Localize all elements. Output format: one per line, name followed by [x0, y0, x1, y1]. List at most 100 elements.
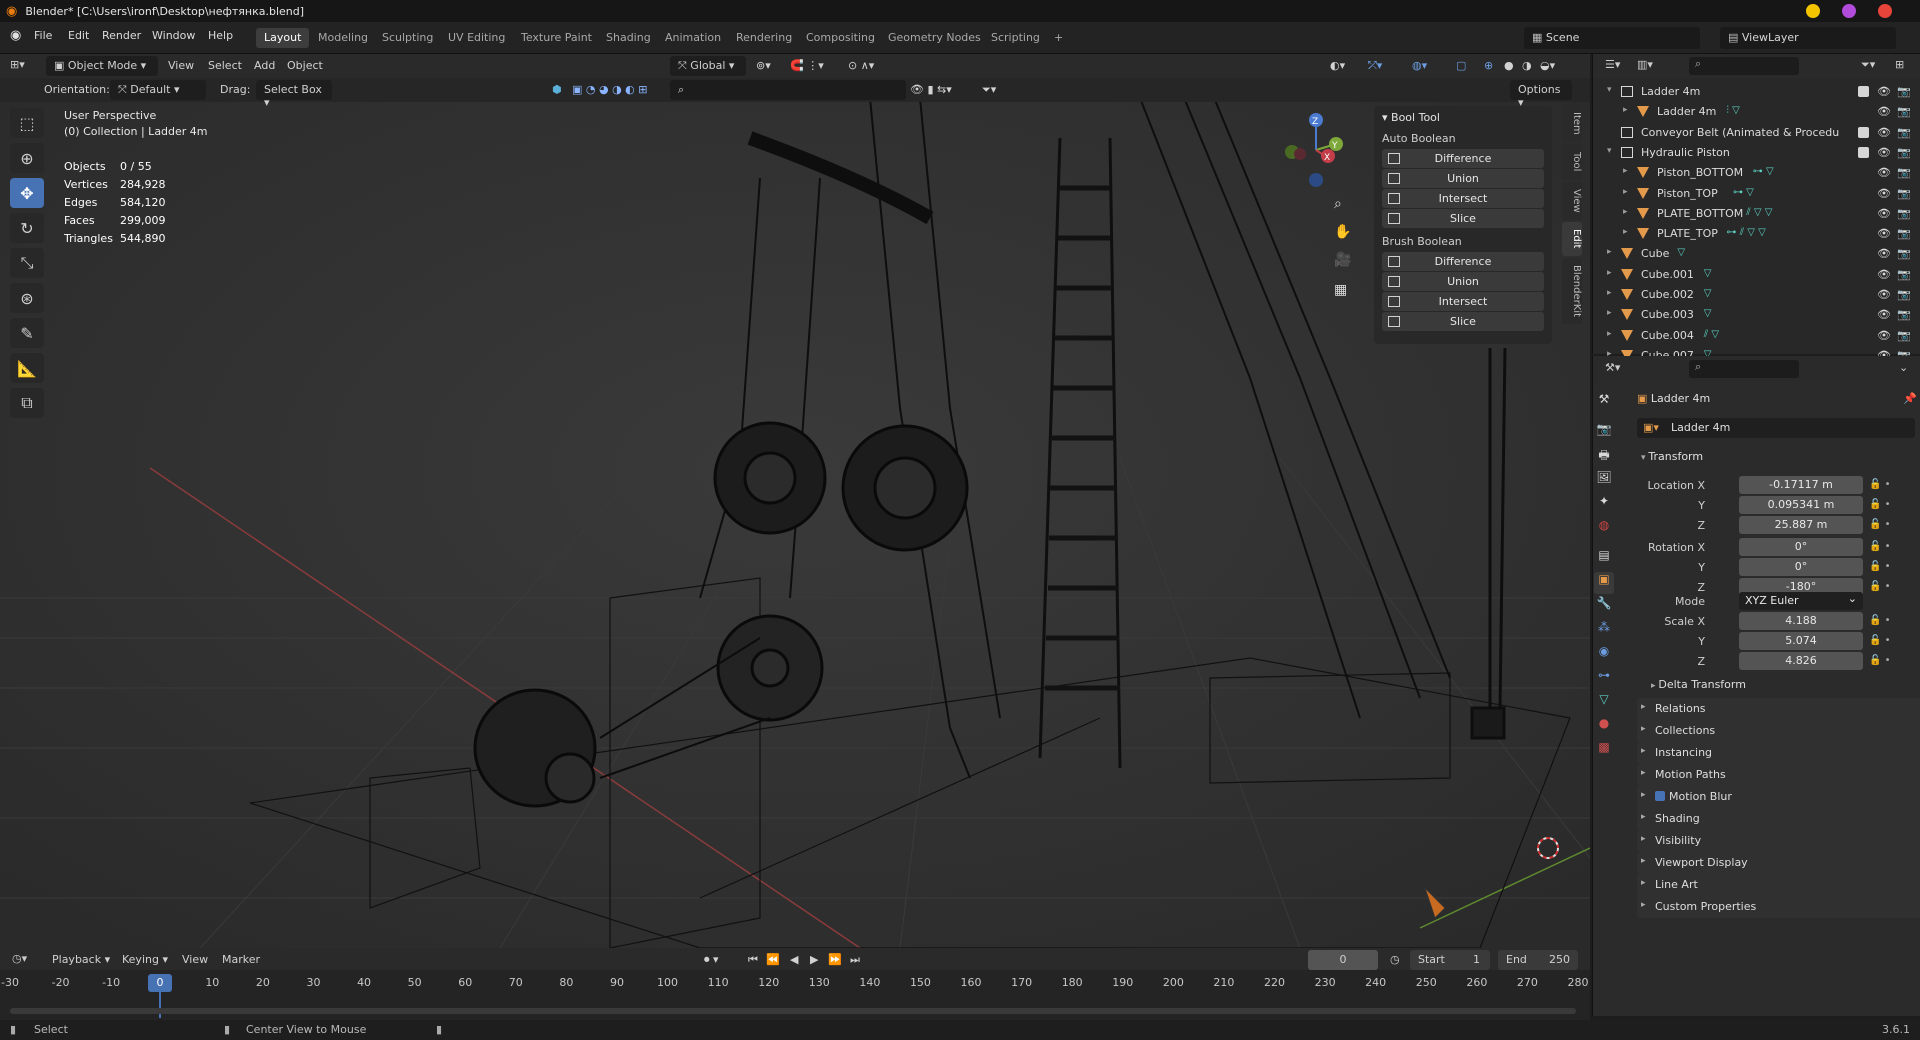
jump-keyframe-back-icon[interactable]: ⏪: [766, 953, 780, 966]
menu-select[interactable]: Select: [208, 59, 242, 72]
render-camera-icon[interactable]: 📷: [1897, 329, 1911, 342]
camera-view-icon[interactable]: 🎥: [1334, 252, 1351, 268]
lock-icon[interactable]: 🔓 •: [1869, 655, 1891, 666]
annotate-tool[interactable]: ✎: [10, 318, 44, 348]
tab-shading[interactable]: Shading: [598, 28, 659, 48]
navigation-gizmo[interactable]: Z Y X: [1278, 108, 1348, 188]
particle-properties-icon[interactable]: ⁂: [1594, 620, 1614, 642]
menu-object[interactable]: Object: [287, 59, 323, 72]
render-camera-icon[interactable]: 📷: [1897, 268, 1911, 281]
lock-icon[interactable]: 🔓 •: [1869, 581, 1891, 592]
jump-keyframe-forward-icon[interactable]: ⏩: [828, 953, 842, 966]
tab-animation[interactable]: Animation: [657, 28, 729, 48]
menu-add[interactable]: Add: [254, 59, 275, 72]
shading-rendered-icon[interactable]: ◒▾: [1540, 59, 1555, 72]
lock-icon[interactable]: 🔓 •: [1869, 615, 1891, 626]
section-custom-properties[interactable]: ▸ Custom Properties: [1637, 896, 1920, 918]
scale-field[interactable]: 4.188: [1739, 612, 1863, 630]
transform-orientation-selector[interactable]: ⤧ Global ▾: [670, 56, 746, 76]
outliner-row[interactable]: ▸ Cube.003 ▽ 👁 📷: [1593, 305, 1920, 325]
section-instancing[interactable]: ▸ Instancing: [1637, 742, 1920, 764]
chevron-right-icon[interactable]: ▸: [1623, 105, 1628, 115]
section-visibility[interactable]: ▸ Visibility: [1637, 830, 1920, 852]
outliner-row[interactable]: ▸ Ladder 4m ⫶ ▽ 👁 📷: [1593, 102, 1920, 122]
add-cube-tool[interactable]: ⧉: [10, 388, 44, 418]
display-mode-icon[interactable]: ▥▾: [1637, 58, 1653, 71]
visibility-eye-icon[interactable]: 👁: [1877, 146, 1891, 159]
outliner-row[interactable]: ▸ PLATE_BOTTOM ⫽ ▽ ▽ 👁 📷: [1593, 204, 1920, 224]
tab-modeling[interactable]: Modeling: [310, 28, 376, 48]
menu-timeline-view[interactable]: View: [182, 953, 208, 966]
render-camera-icon[interactable]: 📷: [1897, 207, 1911, 220]
timeline-editor-icon[interactable]: ◷▾: [12, 952, 27, 965]
drag-selector[interactable]: Select Box ▾: [256, 80, 332, 109]
lock-icon[interactable]: 🔓 •: [1869, 479, 1891, 490]
tab-layout[interactable]: Layout: [256, 28, 310, 48]
visibility-eye-icon[interactable]: 👁: [1877, 288, 1891, 301]
location-field[interactable]: 0.095341 m: [1739, 496, 1863, 514]
visibility-eye-icon[interactable]: 👁: [1877, 308, 1891, 321]
brush-slice-button[interactable]: Slice: [1382, 312, 1544, 331]
proportional-edit-icon[interactable]: ⊙ ∧▾: [848, 59, 874, 72]
properties-editor-icon[interactable]: ⚒▾: [1605, 361, 1620, 374]
blender-menu-icon[interactable]: ◉: [10, 28, 21, 43]
3d-viewport[interactable]: Z Y X ⌕ ✋ 🎥 ▦: [0, 78, 1590, 948]
record-button[interactable]: ⏺ ▾: [704, 953, 719, 967]
funnel-filter-icon[interactable]: ⏷▾: [982, 83, 996, 97]
chevron-right-icon[interactable]: ▸: [1623, 207, 1628, 217]
auto-slice-button[interactable]: Slice: [1382, 209, 1544, 228]
chevron-right-icon[interactable]: ▸: [1607, 329, 1612, 339]
lock-icon[interactable]: 🔓 •: [1869, 499, 1891, 510]
pivot-icon[interactable]: ⊚▾: [756, 59, 771, 72]
modifier-properties-icon[interactable]: 🔧: [1594, 596, 1614, 618]
orientation-selector[interactable]: ⤧ Default ▾: [110, 80, 206, 100]
move-tool[interactable]: ✥: [10, 178, 44, 208]
tab-compositing[interactable]: Compositing: [798, 28, 883, 48]
section-motion-paths[interactable]: ▸ Motion Paths: [1637, 764, 1920, 786]
properties-search-input[interactable]: ⌕: [1689, 360, 1799, 378]
filter-object-icon[interactable]: ▣ ◔ ◕ ◑ ◐ ⊞: [572, 83, 648, 96]
render-properties-icon[interactable]: 📷: [1594, 422, 1614, 444]
tab-geometry-nodes[interactable]: Geometry Nodes: [880, 28, 989, 48]
zoom-icon[interactable]: ⌕: [1334, 196, 1342, 212]
scene-selector[interactable]: ▦ Scene: [1524, 27, 1700, 49]
jump-start-icon[interactable]: ⏮: [748, 953, 758, 967]
minimize-button[interactable]: [1806, 4, 1820, 18]
section-shading[interactable]: ▸ Shading: [1637, 808, 1920, 830]
select-box-tool[interactable]: ⬚: [10, 108, 44, 138]
viewlayer-selector[interactable]: ▤ ViewLayer: [1720, 27, 1896, 49]
cursor-tool[interactable]: ⊕: [10, 143, 44, 173]
scale-tool[interactable]: ⤡: [10, 248, 44, 278]
outliner-row[interactable]: ▾ Ladder 4m 👁 📷: [1593, 82, 1920, 102]
view-layer-properties-icon[interactable]: 🖼: [1594, 470, 1614, 492]
auto-difference-button[interactable]: Difference: [1382, 149, 1544, 168]
render-camera-icon[interactable]: 📷: [1897, 227, 1911, 240]
shading-color-icon[interactable]: ⬢: [552, 83, 562, 96]
pan-hand-icon[interactable]: ✋: [1334, 224, 1351, 240]
tab-tool[interactable]: Tool: [1562, 144, 1582, 180]
xray-icon[interactable]: ▢: [1456, 59, 1466, 72]
tab-texture-paint[interactable]: Texture Paint: [513, 28, 600, 48]
render-camera-icon[interactable]: 📷: [1897, 126, 1911, 139]
render-camera-icon[interactable]: 📷: [1897, 85, 1911, 98]
brush-intersect-button[interactable]: Intersect: [1382, 292, 1544, 311]
location-field[interactable]: 25.887 m: [1739, 516, 1863, 534]
menu-help[interactable]: Help: [208, 29, 233, 42]
menu-edit[interactable]: Edit: [68, 29, 89, 42]
overlays-icon[interactable]: ◍▾: [1412, 59, 1427, 72]
visibility-eye-icon[interactable]: 👁: [1877, 187, 1891, 200]
rotation-field[interactable]: 0°: [1739, 558, 1863, 576]
outliner-row[interactable]: ▸ Cube.002 ▽ 👁 📷: [1593, 285, 1920, 305]
collection-checkbox[interactable]: [1858, 126, 1869, 138]
pin-icon[interactable]: 📌: [1903, 392, 1917, 405]
maximize-button[interactable]: [1842, 4, 1856, 18]
menu-view[interactable]: View: [168, 59, 194, 72]
tab-sculpting[interactable]: Sculpting: [374, 28, 441, 48]
clock-icon[interactable]: ◷: [1390, 953, 1400, 966]
playhead[interactable]: [159, 992, 161, 1018]
viewport-visibility-icon[interactable]: ◐▾: [1330, 59, 1345, 72]
editor-type-icon[interactable]: ⊞▾: [10, 58, 25, 71]
physics-properties-icon[interactable]: ◉: [1594, 644, 1614, 666]
shading-material-icon[interactable]: ◑: [1522, 59, 1532, 72]
outliner-row[interactable]: ▸ Cube.001 ▽ 👁 📷: [1593, 265, 1920, 285]
